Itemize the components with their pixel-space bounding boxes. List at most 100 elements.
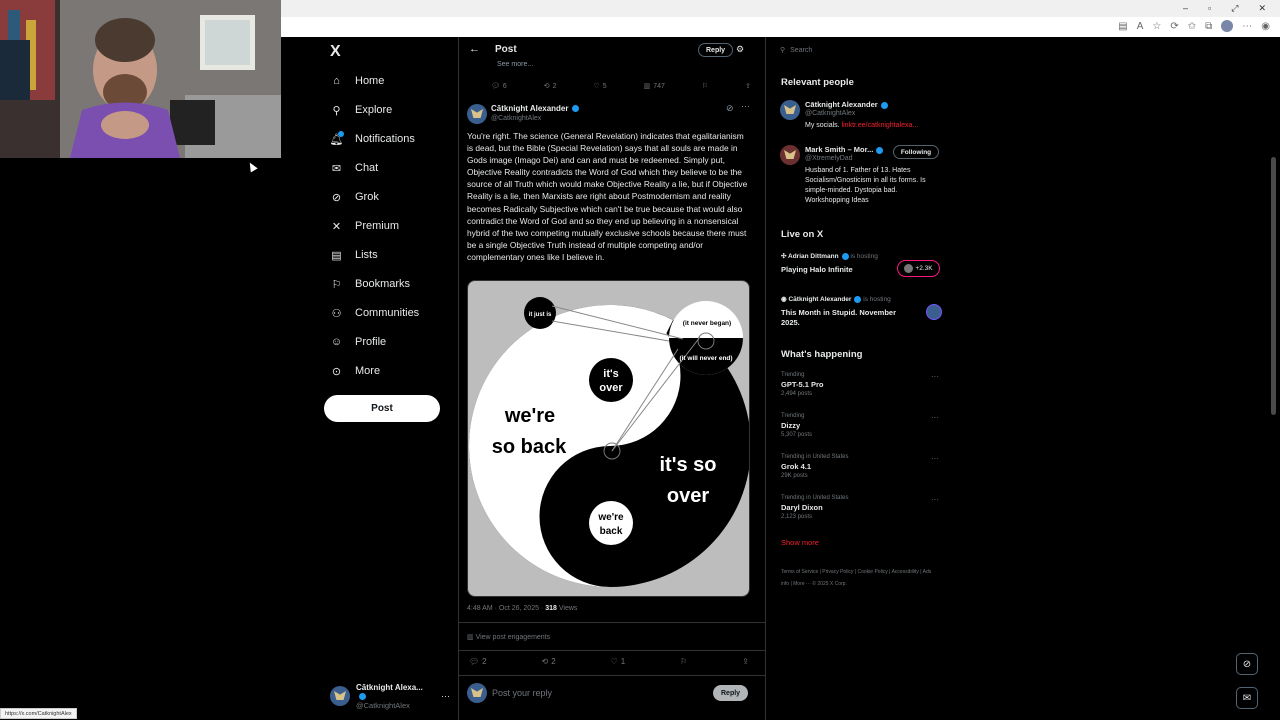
following-button[interactable]: Following: [893, 145, 939, 159]
meme-text-its-over-line2: over: [599, 382, 623, 394]
share-action[interactable]: ⇪: [742, 657, 749, 666]
more-icon[interactable]: ···: [931, 372, 939, 381]
avatar[interactable]: [467, 104, 487, 124]
see-more-link[interactable]: See more...: [497, 61, 533, 68]
post-button[interactable]: Post: [324, 395, 440, 422]
read-aloud-icon[interactable]: A: [1137, 21, 1144, 32]
meme-text-so-back-line1: we're: [504, 405, 555, 427]
reply-header-button[interactable]: Reply: [698, 43, 734, 57]
x-logo[interactable]: X: [330, 43, 341, 61]
profile-avatar-icon[interactable]: [1221, 20, 1234, 32]
nav-explore[interactable]: ⚲ Explore: [330, 99, 392, 121]
bio-link[interactable]: linktr.ee/catknightalexa...: [842, 122, 919, 129]
post-header: ← Post Reply ⚙: [459, 37, 765, 63]
home-icon: ⌂: [333, 75, 340, 87]
reply-icon: 💬︎: [469, 657, 480, 666]
grok-float-button[interactable]: ⊘: [1236, 653, 1258, 675]
nav-communities[interactable]: ⚇ Communities: [330, 302, 420, 324]
close-button[interactable]: ✕: [1258, 3, 1266, 14]
nav-home[interactable]: ⌂ Home: [330, 70, 384, 92]
verified-badge-icon: [359, 692, 366, 700]
live-item[interactable]: ✣ Adrian Dittmann is hosting Playing Hal…: [781, 252, 941, 288]
notification-badge: [338, 130, 344, 137]
reply-input[interactable]: Post your reply: [492, 688, 552, 698]
verified-badge-icon: [880, 101, 888, 109]
main-column: ← Post Reply ⚙ See more... 💬︎ 6 ⟲ 2 ♡ 5 ▥ 74…: [458, 37, 766, 720]
person-bio: Husband of 1. Father of 13. Hates Social…: [805, 167, 926, 204]
favorites-icon[interactable]: ✩: [1188, 21, 1196, 32]
chart-icon: ▥: [467, 634, 476, 641]
minimize-button[interactable]: –: [1183, 3, 1188, 14]
list-icon: ▤: [331, 249, 342, 262]
menu-icon[interactable]: ⋯: [1242, 21, 1252, 32]
account-switcher[interactable]: Cātknight Alexa... @CatknightAlex ···: [330, 683, 450, 710]
messages-float-button[interactable]: ✉: [1236, 687, 1258, 709]
back-arrow-icon[interactable]: ←: [469, 43, 480, 55]
yin-yang-meme-image: it just is (it never began) (it will nev…: [468, 281, 749, 596]
nav-label: Lists: [355, 249, 378, 261]
more-icon[interactable]: ···: [931, 454, 939, 463]
more-icon[interactable]: ···: [931, 495, 939, 504]
envelope-icon: ✉: [1242, 692, 1252, 704]
nav-more[interactable]: ⊙ More: [330, 360, 380, 382]
bookmark-action[interactable]: ⚐: [702, 82, 708, 90]
live-item[interactable]: ◉ Cātknight Alexander is hosting This Mo…: [781, 295, 942, 331]
reader-icon[interactable]: ▤: [1118, 21, 1127, 32]
more-icon[interactable]: ···: [441, 691, 450, 701]
author-handle[interactable]: @CatknightAlex: [491, 115, 541, 122]
nav-notifications[interactable]: 🔔︎ Notifications: [330, 128, 415, 150]
trend-item[interactable]: Trending Dizzy 5,307 posts ···: [781, 413, 941, 438]
settings-icon[interactable]: ⚙: [736, 44, 744, 55]
scrollbar[interactable]: [1271, 157, 1276, 415]
repost-action[interactable]: ⟲ 2: [542, 657, 556, 666]
trend-context: Trending in United States: [781, 454, 849, 460]
nav-bookmarks[interactable]: ⚐ Bookmarks: [330, 273, 410, 295]
live-title-text: Playing Halo Infinite: [781, 265, 853, 274]
search-input[interactable]: ⚲ Search: [776, 42, 942, 58]
share-action[interactable]: ⇪: [745, 82, 751, 90]
people-icon: ⚇: [331, 307, 342, 320]
more-icon[interactable]: ···: [741, 101, 750, 111]
view-engagements-link[interactable]: ▥ View post engagements: [467, 633, 550, 641]
repost-action[interactable]: ⟲ 2: [544, 82, 557, 91]
refresh-icon[interactable]: ⟳: [1170, 21, 1178, 32]
bookmark-action[interactable]: ⚐: [680, 657, 687, 666]
reply-action[interactable]: 💬︎ 6: [491, 82, 507, 91]
trend-item[interactable]: Trending GPT-5.1 Pro 2,494 posts ···: [781, 372, 941, 397]
nav-lists[interactable]: ▤ Lists: [330, 244, 378, 266]
reply-action[interactable]: 💬︎ 2: [469, 657, 487, 666]
nav-label: Premium: [355, 220, 400, 232]
maximize-button[interactable]: ⤢: [1231, 3, 1238, 14]
nav-premium[interactable]: ✕ Premium: [330, 215, 399, 237]
like-action[interactable]: ♡ 5: [593, 82, 606, 91]
avatar: [926, 304, 942, 320]
person-handle: @CatknightAlex: [805, 110, 856, 117]
live-title-text: This Month in Stupid. November 2025.: [781, 308, 896, 327]
tweet-media[interactable]: it just is (it never began) (it will nev…: [467, 280, 750, 597]
reply-submit-button[interactable]: Reply: [713, 685, 749, 701]
copilot-icon[interactable]: ◉: [1261, 21, 1270, 32]
person-name: Mark Smith – Mor...: [805, 145, 884, 154]
restore-button[interactable]: ▫: [1208, 3, 1211, 14]
footer-links[interactable]: Terms of Service | Privacy Policy | Cook…: [781, 566, 936, 590]
heart-icon: ♡: [593, 83, 600, 90]
grok-explain-icon[interactable]: ⊘: [726, 103, 734, 114]
author-name[interactable]: Cātknight Alexander: [491, 104, 579, 113]
trend-item[interactable]: Trending in United States Grok 4.1 29K p…: [781, 454, 941, 479]
show-more-link[interactable]: Show more: [781, 538, 819, 547]
verified-badge-icon: [876, 146, 884, 154]
like-action[interactable]: ♡ 1: [611, 657, 626, 666]
mouse-cursor: [246, 160, 258, 173]
person-card[interactable]: Cātknight Alexander @CatknightAlex My so…: [780, 100, 940, 140]
nav-chat[interactable]: ✉ Chat: [330, 157, 378, 179]
person-card[interactable]: Mark Smith – Mor... @XtremelyDad Followi…: [780, 145, 940, 207]
extensions-icon[interactable]: ⧉: [1205, 21, 1212, 32]
more-icon[interactable]: ···: [931, 413, 939, 422]
divider: [459, 622, 765, 623]
star-icon[interactable]: ☆: [1152, 21, 1161, 32]
views-action[interactable]: ▥ 747: [644, 82, 665, 91]
trend-item[interactable]: Trending in United States Daryl Dixon 2,…: [781, 495, 941, 520]
nav-profile[interactable]: ☺ Profile: [330, 331, 386, 353]
nav-label: Grok: [355, 191, 379, 203]
nav-grok[interactable]: ⊘ Grok: [330, 186, 379, 208]
